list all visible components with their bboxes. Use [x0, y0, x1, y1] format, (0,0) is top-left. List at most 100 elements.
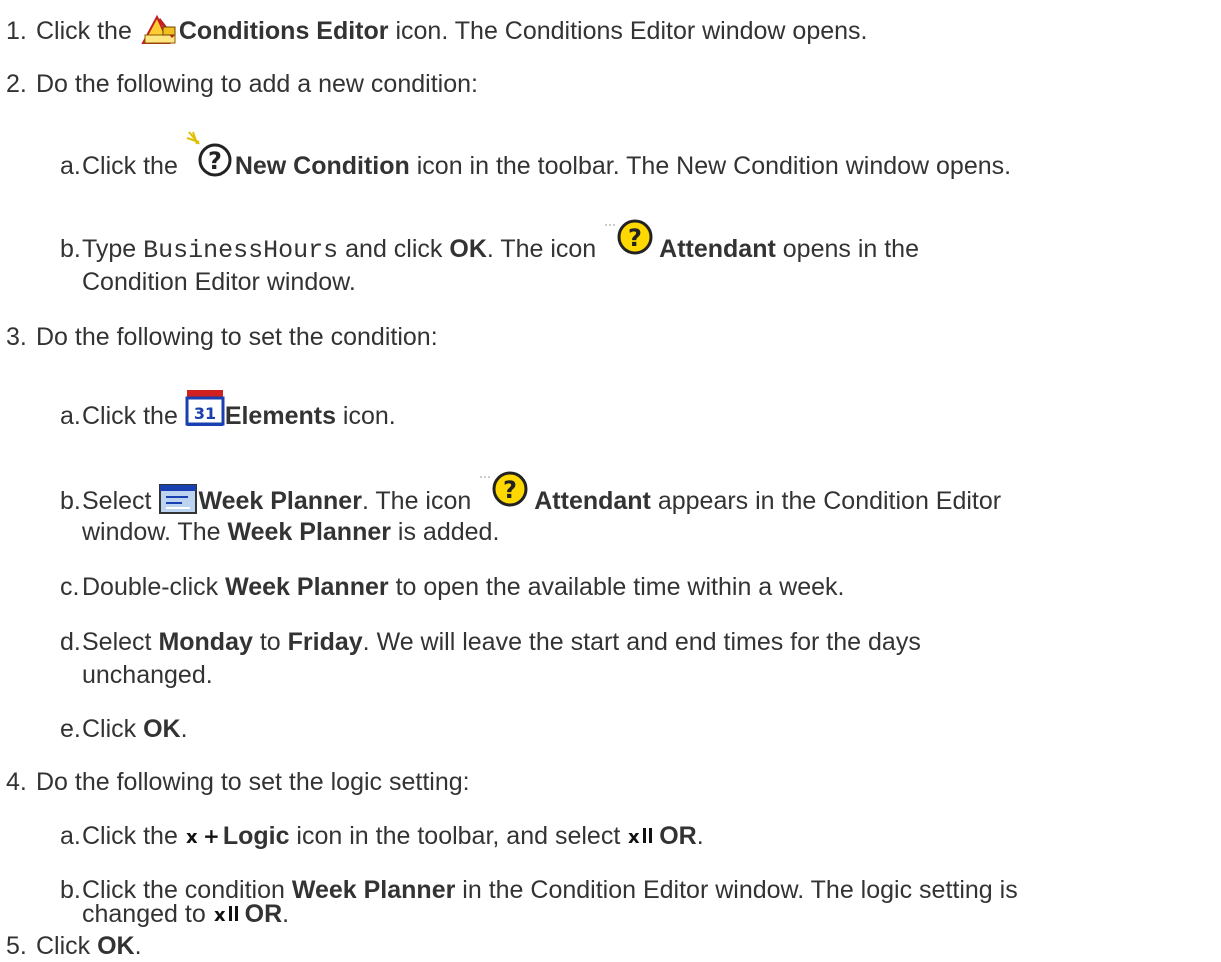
step-text: .	[134, 932, 142, 960]
step-bold: Conditions Editor	[178, 17, 389, 45]
step-number: 3.	[6, 323, 27, 351]
step-letter: e.	[60, 715, 81, 743]
step-4: 4. Do the following to set the logic sett…	[6, 766, 470, 798]
step-4a: a.Click the x + Logic icon in the toolba…	[60, 820, 704, 852]
step-letter: d.	[60, 628, 81, 656]
svg-text:?: ?	[208, 147, 222, 175]
step-text: Condition Editor window.	[82, 268, 356, 296]
attendant-icon: ?	[478, 469, 534, 513]
step-text: .	[696, 822, 704, 850]
svg-text:x: x	[186, 827, 198, 847]
step-letter: c.	[60, 573, 80, 601]
step-bold: Elements	[224, 402, 336, 430]
step-number: 1.	[6, 17, 27, 45]
step-2a: a.Click the ? New Condition icon in the …	[60, 131, 1012, 182]
step-text: in the Condition Editor window. The logi…	[455, 876, 1018, 904]
step-text: unchanged.	[82, 661, 213, 689]
svg-text:?: ?	[628, 224, 642, 252]
step-bold: Logic	[222, 822, 290, 850]
step-bold: Week Planner	[225, 573, 389, 601]
step-text: . The icon	[486, 235, 604, 263]
week-planner-icon	[158, 483, 198, 515]
step-text: Click the	[82, 822, 185, 850]
step-text: Click	[82, 715, 144, 743]
step-3d: d.Select Monday to Friday. We will leave…	[60, 626, 921, 658]
step-number: 5.	[6, 932, 27, 960]
step-text: Type	[82, 235, 144, 263]
code-text: BusinessHours	[143, 236, 339, 265]
step-letter: a.	[60, 152, 81, 180]
logic-icon: x +	[185, 823, 223, 847]
step-bold: Friday	[287, 628, 363, 656]
step-bold: OK	[97, 932, 135, 960]
step-text: Do the following to set the logic settin…	[36, 768, 470, 796]
step-text: Do the following to set the condition:	[36, 323, 438, 351]
step-text: Click the	[36, 17, 139, 45]
or-icon: x	[627, 823, 659, 847]
step-text: Select	[82, 628, 159, 656]
step-text: opens in the	[775, 235, 919, 263]
new-condition-icon: ?	[185, 130, 235, 180]
step-bold: Week Planner	[198, 487, 362, 515]
step-text: Do the following to add a new condition:	[36, 70, 478, 98]
step-text: Select	[82, 487, 159, 515]
step-5: 5. Click OK.	[6, 930, 142, 962]
step-3b-continued: window. The Week Planner is added.	[82, 516, 499, 548]
step-letter: a.	[60, 822, 81, 850]
step-text: icon. The Conditions Editor window opens…	[388, 17, 868, 45]
step-bold: Attendant	[534, 487, 651, 515]
step-text: window. The	[82, 518, 228, 546]
step-text: icon.	[335, 402, 396, 430]
step-text: . We will leave the start and end times …	[362, 628, 921, 656]
step-bold: OR	[659, 822, 697, 850]
step-number: 2.	[6, 70, 27, 98]
step-text: changed to	[82, 900, 213, 928]
step-letter: a.	[60, 402, 81, 430]
svg-text:+: +	[203, 824, 220, 847]
conditions-editor-icon	[139, 13, 179, 45]
step-text: . The icon	[361, 487, 479, 515]
step-4b-continued: changed to x OR.	[82, 899, 289, 929]
step-bold: OK	[449, 235, 487, 263]
svg-text:31: 31	[194, 404, 216, 423]
step-bold: OK	[143, 715, 181, 743]
or-icon: x	[213, 901, 245, 925]
step-3: 3. Do the following to set the condition:	[6, 321, 438, 353]
step-text: Double-click	[82, 573, 226, 601]
elements-calendar-icon: 31	[185, 388, 225, 428]
step-text: .	[180, 715, 188, 743]
step-3e: e.Click OK.	[60, 713, 188, 745]
step-text: to	[252, 628, 288, 656]
step-bold: New Condition	[234, 152, 410, 180]
step-letter: b.	[60, 876, 81, 904]
step-1: 1. Click the Conditions Editor icon. The …	[6, 13, 868, 47]
step-bold: OR	[244, 900, 283, 928]
step-letter: b.	[60, 235, 81, 263]
step-3a: a.Click the 31 Elements icon.	[60, 390, 396, 432]
step-text: is added.	[390, 518, 500, 546]
step-letter: b.	[60, 487, 81, 515]
step-text: Click the	[82, 152, 185, 180]
step-text: to open the available time within a week…	[388, 573, 845, 601]
step-text: and click	[338, 235, 450, 263]
step-text: icon in the toolbar. The New Condition w…	[409, 152, 1012, 180]
step-text: appears in the Condition Editor	[650, 487, 1002, 515]
step-2b-continued: Condition Editor window.	[82, 266, 356, 298]
step-3c: c. Double-click Week Planner to open the …	[60, 571, 844, 603]
step-3d-continued: unchanged.	[82, 659, 213, 691]
step-text: icon in the toolbar, and select	[289, 822, 628, 850]
svg-text:x: x	[214, 905, 226, 925]
step-bold: Week Planner	[227, 518, 391, 546]
step-bold: Week Planner	[291, 876, 456, 904]
step-2: 2. Do the following to add a new conditio…	[6, 68, 478, 100]
step-bold: Monday	[158, 628, 253, 656]
svg-text:?: ?	[503, 476, 517, 504]
step-text: .	[282, 900, 290, 928]
step-number: 4.	[6, 768, 27, 796]
step-text: Click the	[82, 402, 185, 430]
attendant-icon: ?	[603, 217, 659, 261]
step-3b: b.Select Week Planner. The icon ? Attend…	[60, 471, 1002, 517]
step-text: Click	[36, 932, 98, 960]
svg-text:x: x	[628, 827, 640, 847]
step-bold: Attendant	[659, 235, 776, 263]
